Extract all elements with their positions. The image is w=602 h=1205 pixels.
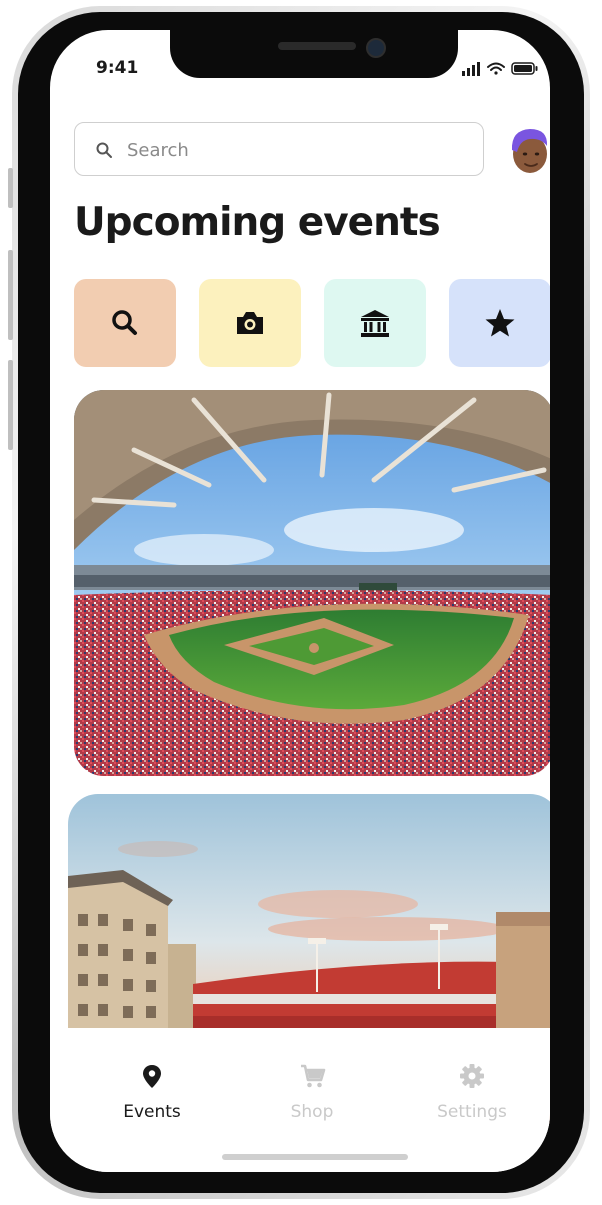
bank-icon [361,310,389,337]
notch [170,30,458,78]
home-indicator [222,1154,408,1160]
avatar[interactable] [508,126,550,174]
search-icon [96,142,112,158]
tab-settings[interactable]: Settings [412,1062,532,1122]
gear-icon [460,1064,484,1088]
tab-label: Settings [437,1102,507,1122]
app-screen: 9:41 Upcoming events [50,30,550,1172]
category-bank-button[interactable] [324,279,426,367]
tab-events[interactable]: Events [92,1062,212,1122]
volume-down-button [8,250,13,340]
category-search-button[interactable] [74,279,176,367]
cellular-signal-icon [462,62,480,76]
speaker-grille [278,42,356,50]
tab-shop[interactable]: Shop [252,1062,372,1122]
side-button-lower [8,360,13,450]
search-input[interactable] [125,135,469,165]
tab-label: Shop [290,1102,334,1122]
search-bar[interactable] [74,122,484,176]
battery-icon [511,62,538,75]
search-icon [112,310,137,335]
category-camera-button[interactable] [199,279,301,367]
page-title: Upcoming events [74,200,441,245]
tab-label: Events [123,1102,181,1122]
event-card[interactable] [74,390,550,776]
status-icons [462,62,538,76]
location-pin-icon [143,1065,161,1088]
baseball-stadium-panorama-image [74,390,550,776]
wifi-icon [487,62,505,75]
front-camera [366,38,386,58]
star-icon [485,309,515,337]
volume-up-button [8,168,13,208]
tab-bar: Events Shop Settings [50,1028,550,1172]
category-star-button[interactable] [449,279,550,367]
camera-icon [237,312,263,334]
cart-icon [301,1064,326,1088]
status-time: 9:41 [96,58,139,78]
